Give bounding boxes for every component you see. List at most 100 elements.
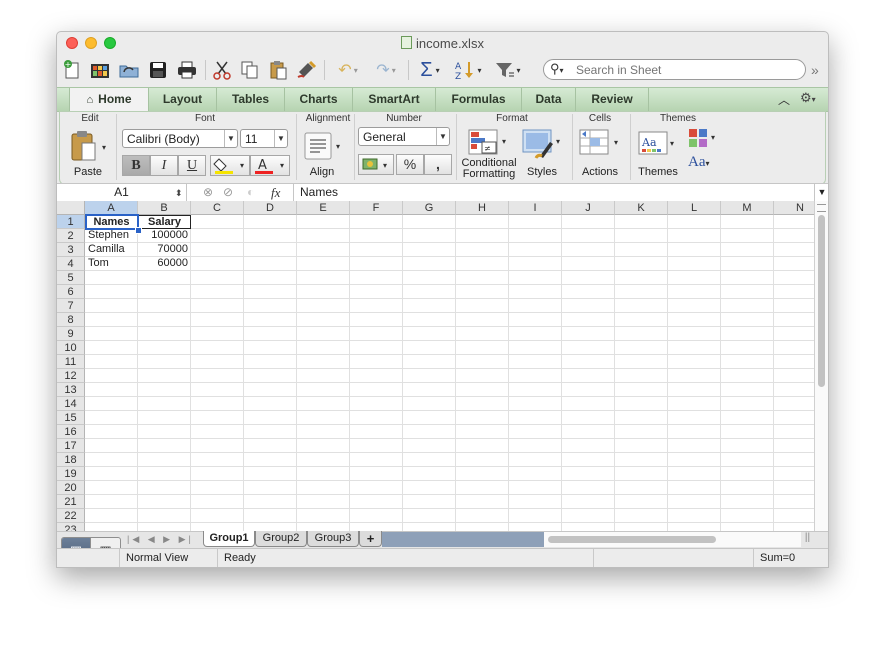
tab-formulas[interactable]: Formulas <box>436 88 522 111</box>
row-header-13[interactable]: 13 <box>57 383 85 397</box>
row-header-9[interactable]: 9 <box>57 327 85 341</box>
open-folder-icon[interactable] <box>117 58 141 82</box>
toolbar-overflow-icon[interactable]: » <box>811 62 819 78</box>
theme-colors-button[interactable]: ▾ <box>688 128 720 148</box>
tab-tables[interactable]: Tables <box>217 88 285 111</box>
cut-icon[interactable] <box>210 58 234 82</box>
tab-layout[interactable]: Layout <box>149 88 217 111</box>
theme-fonts-button[interactable]: Aa▾ <box>688 154 720 174</box>
tab-data[interactable]: Data <box>522 88 576 111</box>
copy-icon[interactable] <box>238 58 262 82</box>
tab-home[interactable]: ⌂ Home <box>69 88 149 112</box>
ribbon-settings-gear-icon[interactable]: ⚙▾ <box>800 90 816 106</box>
column-header-g[interactable]: G <box>403 201 456 215</box>
autosum-icon[interactable]: Σ ▾ <box>415 58 445 82</box>
paste-icon[interactable] <box>266 58 290 82</box>
cancel-icon[interactable]: ⊗ <box>203 185 213 199</box>
column-header-c[interactable]: C <box>191 201 244 215</box>
split-handle-icon[interactable] <box>817 204 826 212</box>
paste-button[interactable]: ▾ <box>68 130 108 164</box>
select-all-corner[interactable] <box>57 201 85 215</box>
column-header-b[interactable]: B <box>138 201 191 215</box>
font-name-select[interactable]: Calibri (Body) ▼ <box>122 129 238 148</box>
sheet-tab-group1[interactable]: Group1 <box>203 531 255 547</box>
cell-b3[interactable]: 70000 <box>138 243 191 257</box>
row-header-20[interactable]: 20 <box>57 481 85 495</box>
vertical-scroll-thumb[interactable] <box>818 215 825 387</box>
redo-icon[interactable]: ↷ ▾ <box>369 58 403 82</box>
templates-icon[interactable] <box>89 58 111 82</box>
column-header-a[interactable]: A <box>85 201 138 215</box>
themes-button[interactable]: Aa ▾ <box>638 130 678 158</box>
row-header-10[interactable]: 10 <box>57 341 85 355</box>
column-header-e[interactable]: E <box>297 201 350 215</box>
underline-button[interactable]: U <box>178 155 206 176</box>
undo-icon[interactable]: ↶ ▾ <box>331 58 365 82</box>
column-header-j[interactable]: J <box>562 201 615 215</box>
font-color-button[interactable]: A ▾ <box>250 155 290 176</box>
insert-function-toggle-icon[interactable]: ◐ <box>247 185 254 199</box>
save-icon[interactable] <box>147 58 169 82</box>
search-sheet-field[interactable]: ⚲▾ <box>543 59 806 80</box>
column-header-k[interactable]: K <box>615 201 668 215</box>
search-input[interactable] <box>574 61 798 78</box>
row-header-17[interactable]: 17 <box>57 439 85 453</box>
search-icon[interactable]: ⚲▾ <box>550 61 564 77</box>
row-header-23[interactable]: 23 <box>57 523 85 531</box>
new-document-icon[interactable]: + <box>61 58 83 82</box>
row-header-22[interactable]: 22 <box>57 509 85 523</box>
number-format-select[interactable]: General ▼ <box>358 127 450 146</box>
row-header-8[interactable]: 8 <box>57 313 85 327</box>
sheet-navigation-arrows[interactable]: |◀ ◀ ▶ ▶| <box>127 534 194 545</box>
row-header-1[interactable]: 1 <box>57 215 85 229</box>
percent-style-button[interactable]: % <box>396 154 424 175</box>
row-header-4[interactable]: 4 <box>57 257 85 271</box>
column-header-m[interactable]: M <box>721 201 774 215</box>
name-box[interactable]: A1 ⬍ <box>57 184 187 201</box>
row-header-2[interactable]: 2 <box>57 229 85 243</box>
cell-b2[interactable]: 100000 <box>138 229 191 243</box>
filter-icon[interactable]: ▾ <box>491 58 525 82</box>
cell-a3[interactable]: Camilla <box>85 243 138 257</box>
sheet-tab-group2[interactable]: Group2 <box>255 531 307 547</box>
row-header-16[interactable]: 16 <box>57 425 85 439</box>
row-header-6[interactable]: 6 <box>57 285 85 299</box>
row-header-11[interactable]: 11 <box>57 355 85 369</box>
vertical-scrollbar[interactable] <box>814 201 828 531</box>
confirm-icon[interactable]: ⊘ <box>223 185 233 199</box>
bold-button[interactable]: B <box>122 155 150 176</box>
worksheet-grid[interactable]: A B C D E F G H I J K L M N 1 2 3 4 5 6 7 8 9 10 11 12 13 14 15 16 17 1… <box>57 201 814 531</box>
column-header-d[interactable]: D <box>244 201 297 215</box>
column-header-n[interactable]: N <box>774 201 814 215</box>
cell-a2[interactable]: Stephen <box>85 229 138 243</box>
row-header-15[interactable]: 15 <box>57 411 85 425</box>
expand-formula-icon[interactable]: ▼ <box>814 184 828 201</box>
collapse-ribbon-icon[interactable]: ︿ <box>778 91 790 108</box>
sort-icon[interactable]: A Z ▾ <box>451 58 485 82</box>
styles-button[interactable]: ▾ <box>522 128 564 160</box>
row-header-19[interactable]: 19 <box>57 467 85 481</box>
row-header-14[interactable]: 14 <box>57 397 85 411</box>
row-header-12[interactable]: 12 <box>57 369 85 383</box>
italic-button[interactable]: I <box>150 155 178 176</box>
column-header-l[interactable]: L <box>668 201 721 215</box>
horizontal-split-handle-icon[interactable]: || <box>801 532 814 547</box>
row-header-7[interactable]: 7 <box>57 299 85 313</box>
column-header-i[interactable]: I <box>509 201 562 215</box>
conditional-formatting-button[interactable]: ≠ ▾ <box>468 128 510 156</box>
fill-handle[interactable] <box>135 227 142 234</box>
sheet-tab-group3[interactable]: Group3 <box>307 531 359 547</box>
row-header-3[interactable]: 3 <box>57 243 85 257</box>
horizontal-scroll-thumb[interactable] <box>548 536 716 543</box>
tab-charts[interactable]: Charts <box>285 88 353 111</box>
font-size-select[interactable]: 11 ▼ <box>240 129 288 148</box>
add-sheet-button[interactable]: + <box>359 531 382 547</box>
align-button[interactable]: ▾ <box>304 132 346 160</box>
column-header-h[interactable]: H <box>456 201 509 215</box>
row-header-5[interactable]: 5 <box>57 271 85 285</box>
currency-format-button[interactable]: ▾ <box>358 154 394 175</box>
comma-style-button[interactable]: , <box>424 154 452 175</box>
horizontal-scrollbar[interactable] <box>544 532 801 547</box>
fill-color-button[interactable]: ▾ <box>210 155 250 176</box>
cell-b4[interactable]: 60000 <box>138 257 191 271</box>
